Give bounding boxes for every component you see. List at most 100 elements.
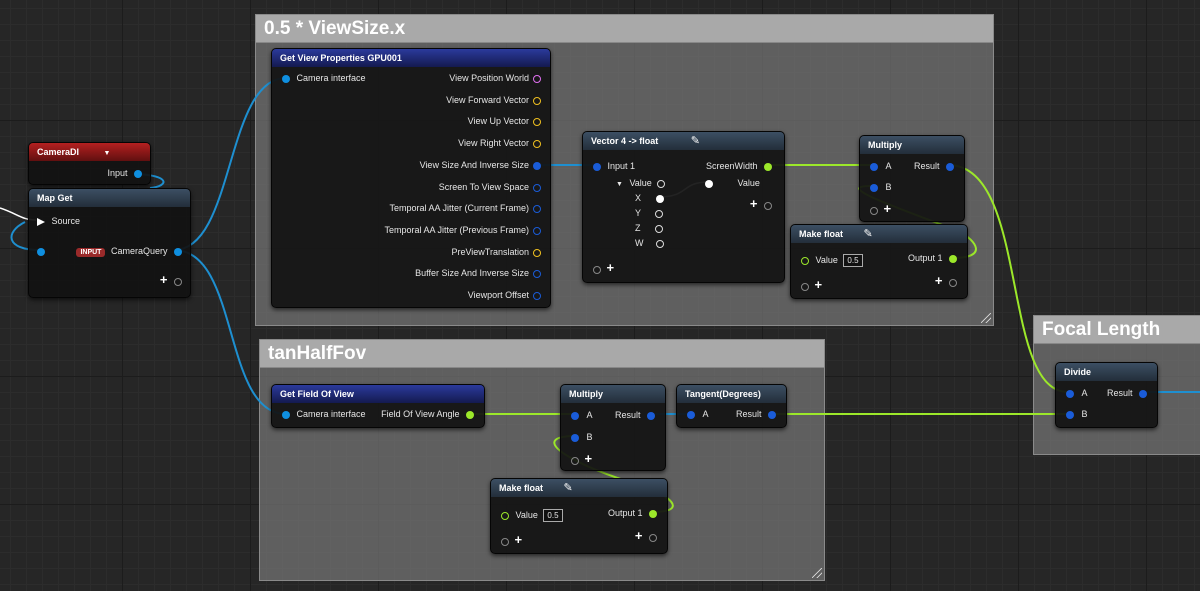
plus-icon[interactable]: +: [635, 528, 643, 543]
node-header[interactable]: Divide: [1056, 363, 1157, 381]
plus-icon[interactable]: +: [884, 201, 892, 216]
pin-output[interactable]: [649, 509, 657, 518]
plus-icon[interactable]: +: [515, 532, 523, 547]
node-header[interactable]: Vector 4 -> float ✎: [583, 132, 784, 150]
pin-x[interactable]: [655, 194, 664, 203]
plus-icon[interactable]: +: [935, 273, 943, 288]
pin-input[interactable]: [282, 74, 290, 83]
node-header[interactable]: Make float ✎: [491, 479, 667, 497]
pin-a[interactable]: [571, 411, 579, 420]
pin-output[interactable]: [466, 410, 474, 419]
pin-add[interactable]: [949, 278, 957, 287]
pin-add[interactable]: [174, 277, 182, 286]
plus-icon[interactable]: +: [815, 277, 823, 292]
node-make-float-2[interactable]: Make float ✎ Value 0.5 Output 1 + +: [490, 478, 668, 554]
pin-output[interactable]: [533, 291, 541, 300]
pin-label: Input 1: [607, 161, 636, 171]
value-field[interactable]: 0.5: [543, 509, 563, 522]
pin-w[interactable]: [656, 239, 665, 248]
node-title: Get Field Of View: [280, 389, 354, 399]
pin-label: Camera interface: [296, 73, 366, 83]
pencil-icon[interactable]: ✎: [564, 482, 573, 494]
node-header[interactable]: CameraDI ▼: [29, 143, 150, 161]
pin-value[interactable]: [801, 256, 809, 265]
node-multiply-2[interactable]: Multiply A Result B +: [560, 384, 666, 471]
pin-output[interactable]: [764, 162, 772, 171]
pin-output[interactable]: [533, 117, 541, 126]
pin-output[interactable]: [533, 161, 541, 170]
pin-result[interactable]: [647, 411, 655, 420]
node-tangent-degrees[interactable]: Tangent(Degrees) A Result: [676, 384, 787, 428]
pin-y[interactable]: [655, 209, 664, 218]
pin-add[interactable]: [649, 533, 657, 542]
exec-pin[interactable]: [37, 217, 45, 226]
pin-value-in[interactable]: [657, 179, 666, 188]
chevron-down-icon[interactable]: ▼: [104, 150, 111, 157]
node-header[interactable]: Get Field Of View: [272, 385, 484, 403]
pin-add[interactable]: [593, 265, 601, 274]
pin-b[interactable]: [1066, 410, 1074, 419]
node-header[interactable]: Map Get: [29, 189, 190, 207]
pin-output[interactable]: [533, 96, 541, 105]
node-get-field-of-view[interactable]: Get Field Of View Camera interface Field…: [271, 384, 485, 428]
node-header[interactable]: Tangent(Degrees): [677, 385, 786, 403]
pin-output[interactable]: [949, 254, 957, 263]
pin-input[interactable]: [134, 169, 142, 178]
resize-handle[interactable]: [981, 313, 991, 323]
pencil-icon[interactable]: ✎: [864, 228, 873, 240]
plus-icon[interactable]: +: [160, 272, 168, 287]
pin-a[interactable]: [687, 410, 695, 419]
pin-input[interactable]: [282, 410, 290, 419]
pin-a[interactable]: [870, 162, 878, 171]
pin-output[interactable]: [533, 248, 541, 257]
node-header[interactable]: Multiply: [561, 385, 665, 403]
pin-output[interactable]: [174, 247, 182, 256]
pin-label: CameraQuery: [110, 246, 168, 256]
value-field[interactable]: 0.5: [843, 254, 863, 267]
comment-title-viewsize[interactable]: 0.5 * ViewSize.x: [256, 15, 993, 43]
pin-output[interactable]: [533, 183, 541, 192]
pin-input[interactable]: [37, 247, 45, 256]
pin-output[interactable]: [533, 74, 541, 83]
comment-title-focal[interactable]: Focal Length: [1034, 316, 1200, 344]
node-header[interactable]: Make float ✎: [791, 225, 967, 243]
pin-add[interactable]: [870, 206, 878, 215]
pin-input[interactable]: [593, 162, 601, 171]
node-header[interactable]: Multiply: [860, 136, 964, 154]
pin-add[interactable]: [764, 201, 772, 210]
pin-result[interactable]: [946, 162, 954, 171]
node-get-view-properties[interactable]: Get View Properties GPU001 Camera interf…: [271, 48, 551, 308]
pin-z[interactable]: [655, 224, 664, 233]
node-divide[interactable]: Divide A Result B: [1055, 362, 1158, 428]
pin-value[interactable]: [501, 511, 509, 520]
node-make-float-1[interactable]: Make float ✎ Value 0.5 Output 1 + +: [790, 224, 968, 299]
pin-add[interactable]: [501, 537, 509, 546]
comment-title-tanhalffov[interactable]: tanHalfFov: [260, 340, 824, 368]
pin-b[interactable]: [571, 433, 579, 442]
node-multiply-1[interactable]: Multiply A Result B +: [859, 135, 965, 222]
node-header[interactable]: Get View Properties GPU001: [272, 49, 550, 67]
plus-icon[interactable]: +: [585, 451, 593, 466]
pin-result[interactable]: [1139, 389, 1147, 398]
resize-handle[interactable]: [812, 568, 822, 578]
pin-add[interactable]: [801, 282, 809, 291]
pin-result[interactable]: [768, 410, 776, 419]
pin-output[interactable]: [533, 269, 541, 278]
pin-label: View Position World: [449, 73, 529, 83]
node-map-get[interactable]: Map Get Source INPUT CameraQuery +: [28, 188, 191, 298]
node-camera-di[interactable]: CameraDI ▼ Input: [28, 142, 151, 185]
pin-label: Buffer Size And Inverse Size: [415, 268, 529, 278]
pencil-icon[interactable]: ✎: [691, 135, 700, 147]
pin-output[interactable]: [533, 139, 541, 148]
plus-icon[interactable]: +: [607, 260, 615, 275]
pin-label: A: [702, 409, 709, 419]
chevron-down-icon[interactable]: ▼: [616, 181, 623, 188]
pin-value-out[interactable]: [705, 179, 713, 188]
pin-a[interactable]: [1066, 389, 1074, 398]
pin-output[interactable]: [533, 204, 541, 213]
pin-add[interactable]: [571, 456, 579, 465]
pin-output[interactable]: [533, 226, 541, 235]
pin-b[interactable]: [870, 183, 878, 192]
node-vector4-to-float[interactable]: Vector 4 -> float ✎ Input 1 ScreenWidth …: [582, 131, 785, 283]
plus-icon[interactable]: +: [750, 196, 758, 211]
